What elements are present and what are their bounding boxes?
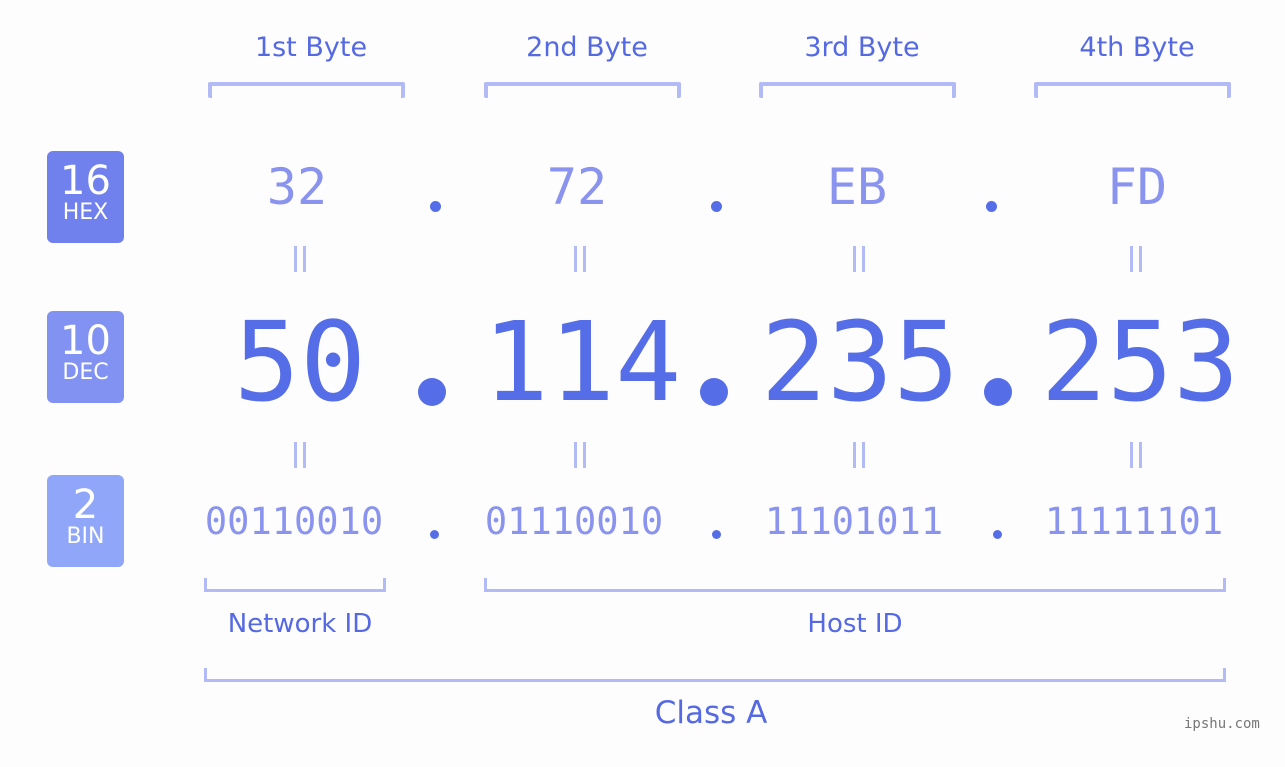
dec-byte-2: 114 — [482, 298, 682, 426]
watermark: ipshu.com — [1184, 716, 1260, 732]
hex-base-number: 16 — [60, 158, 111, 204]
network-id-bracket — [204, 578, 386, 592]
byte-label-1: 1st Byte — [254, 32, 368, 63]
equals-icon — [530, 240, 630, 282]
equals-icon — [809, 436, 909, 478]
dec-dot-3 — [984, 378, 1012, 406]
dec-byte-1: 50 — [233, 298, 367, 426]
bin-byte-1: 00110010 — [204, 500, 384, 543]
hex-base-label: HEX — [62, 200, 109, 225]
hex-dot-3 — [986, 201, 997, 212]
bin-byte-2: 01110010 — [484, 500, 664, 543]
byte-bracket-1 — [208, 82, 405, 98]
hex-dot-2 — [711, 201, 722, 212]
dec-badge: 10 DEC — [47, 311, 124, 403]
host-id-label: Host ID — [807, 609, 903, 639]
hex-byte-1: 32 — [266, 158, 328, 216]
byte-label-4: 4th Byte — [1079, 32, 1195, 63]
dec-dot-2 — [700, 378, 728, 406]
bin-byte-3: 11101011 — [764, 500, 944, 543]
dec-base-label: DEC — [62, 360, 109, 385]
hex-byte-4: FD — [1106, 158, 1168, 216]
hex-byte-2: 72 — [546, 158, 608, 216]
equals-icon — [250, 240, 350, 282]
dec-base-number: 10 — [60, 318, 111, 364]
dec-byte-4: 253 — [1040, 298, 1240, 426]
bin-dot-1 — [430, 530, 439, 539]
byte-bracket-4 — [1034, 82, 1231, 98]
hex-badge: 16 HEX — [47, 151, 124, 243]
bin-base-number: 2 — [72, 482, 99, 528]
class-bracket — [204, 668, 1226, 682]
bin-badge: 2 BIN — [47, 475, 124, 567]
equals-icon — [1086, 436, 1186, 478]
byte-bracket-3 — [759, 82, 956, 98]
host-id-bracket — [484, 578, 1226, 592]
byte-bracket-2 — [484, 82, 681, 98]
dec-dot-1 — [418, 378, 446, 406]
class-label: Class A — [654, 695, 768, 731]
bin-byte-4: 11111101 — [1044, 500, 1224, 543]
bin-dot-2 — [712, 530, 721, 539]
equals-icon — [1086, 240, 1186, 282]
equals-icon — [250, 436, 350, 478]
network-id-label: Network ID — [227, 609, 373, 639]
hex-byte-3: EB — [826, 158, 888, 216]
equals-icon — [530, 436, 630, 478]
dec-byte-3: 235 — [760, 298, 960, 426]
byte-label-3: 3rd Byte — [804, 32, 920, 63]
hex-dot-1 — [430, 201, 441, 212]
bin-base-label: BIN — [66, 524, 105, 549]
bin-dot-3 — [993, 530, 1002, 539]
equals-icon — [809, 240, 909, 282]
byte-label-2: 2nd Byte — [526, 32, 648, 63]
